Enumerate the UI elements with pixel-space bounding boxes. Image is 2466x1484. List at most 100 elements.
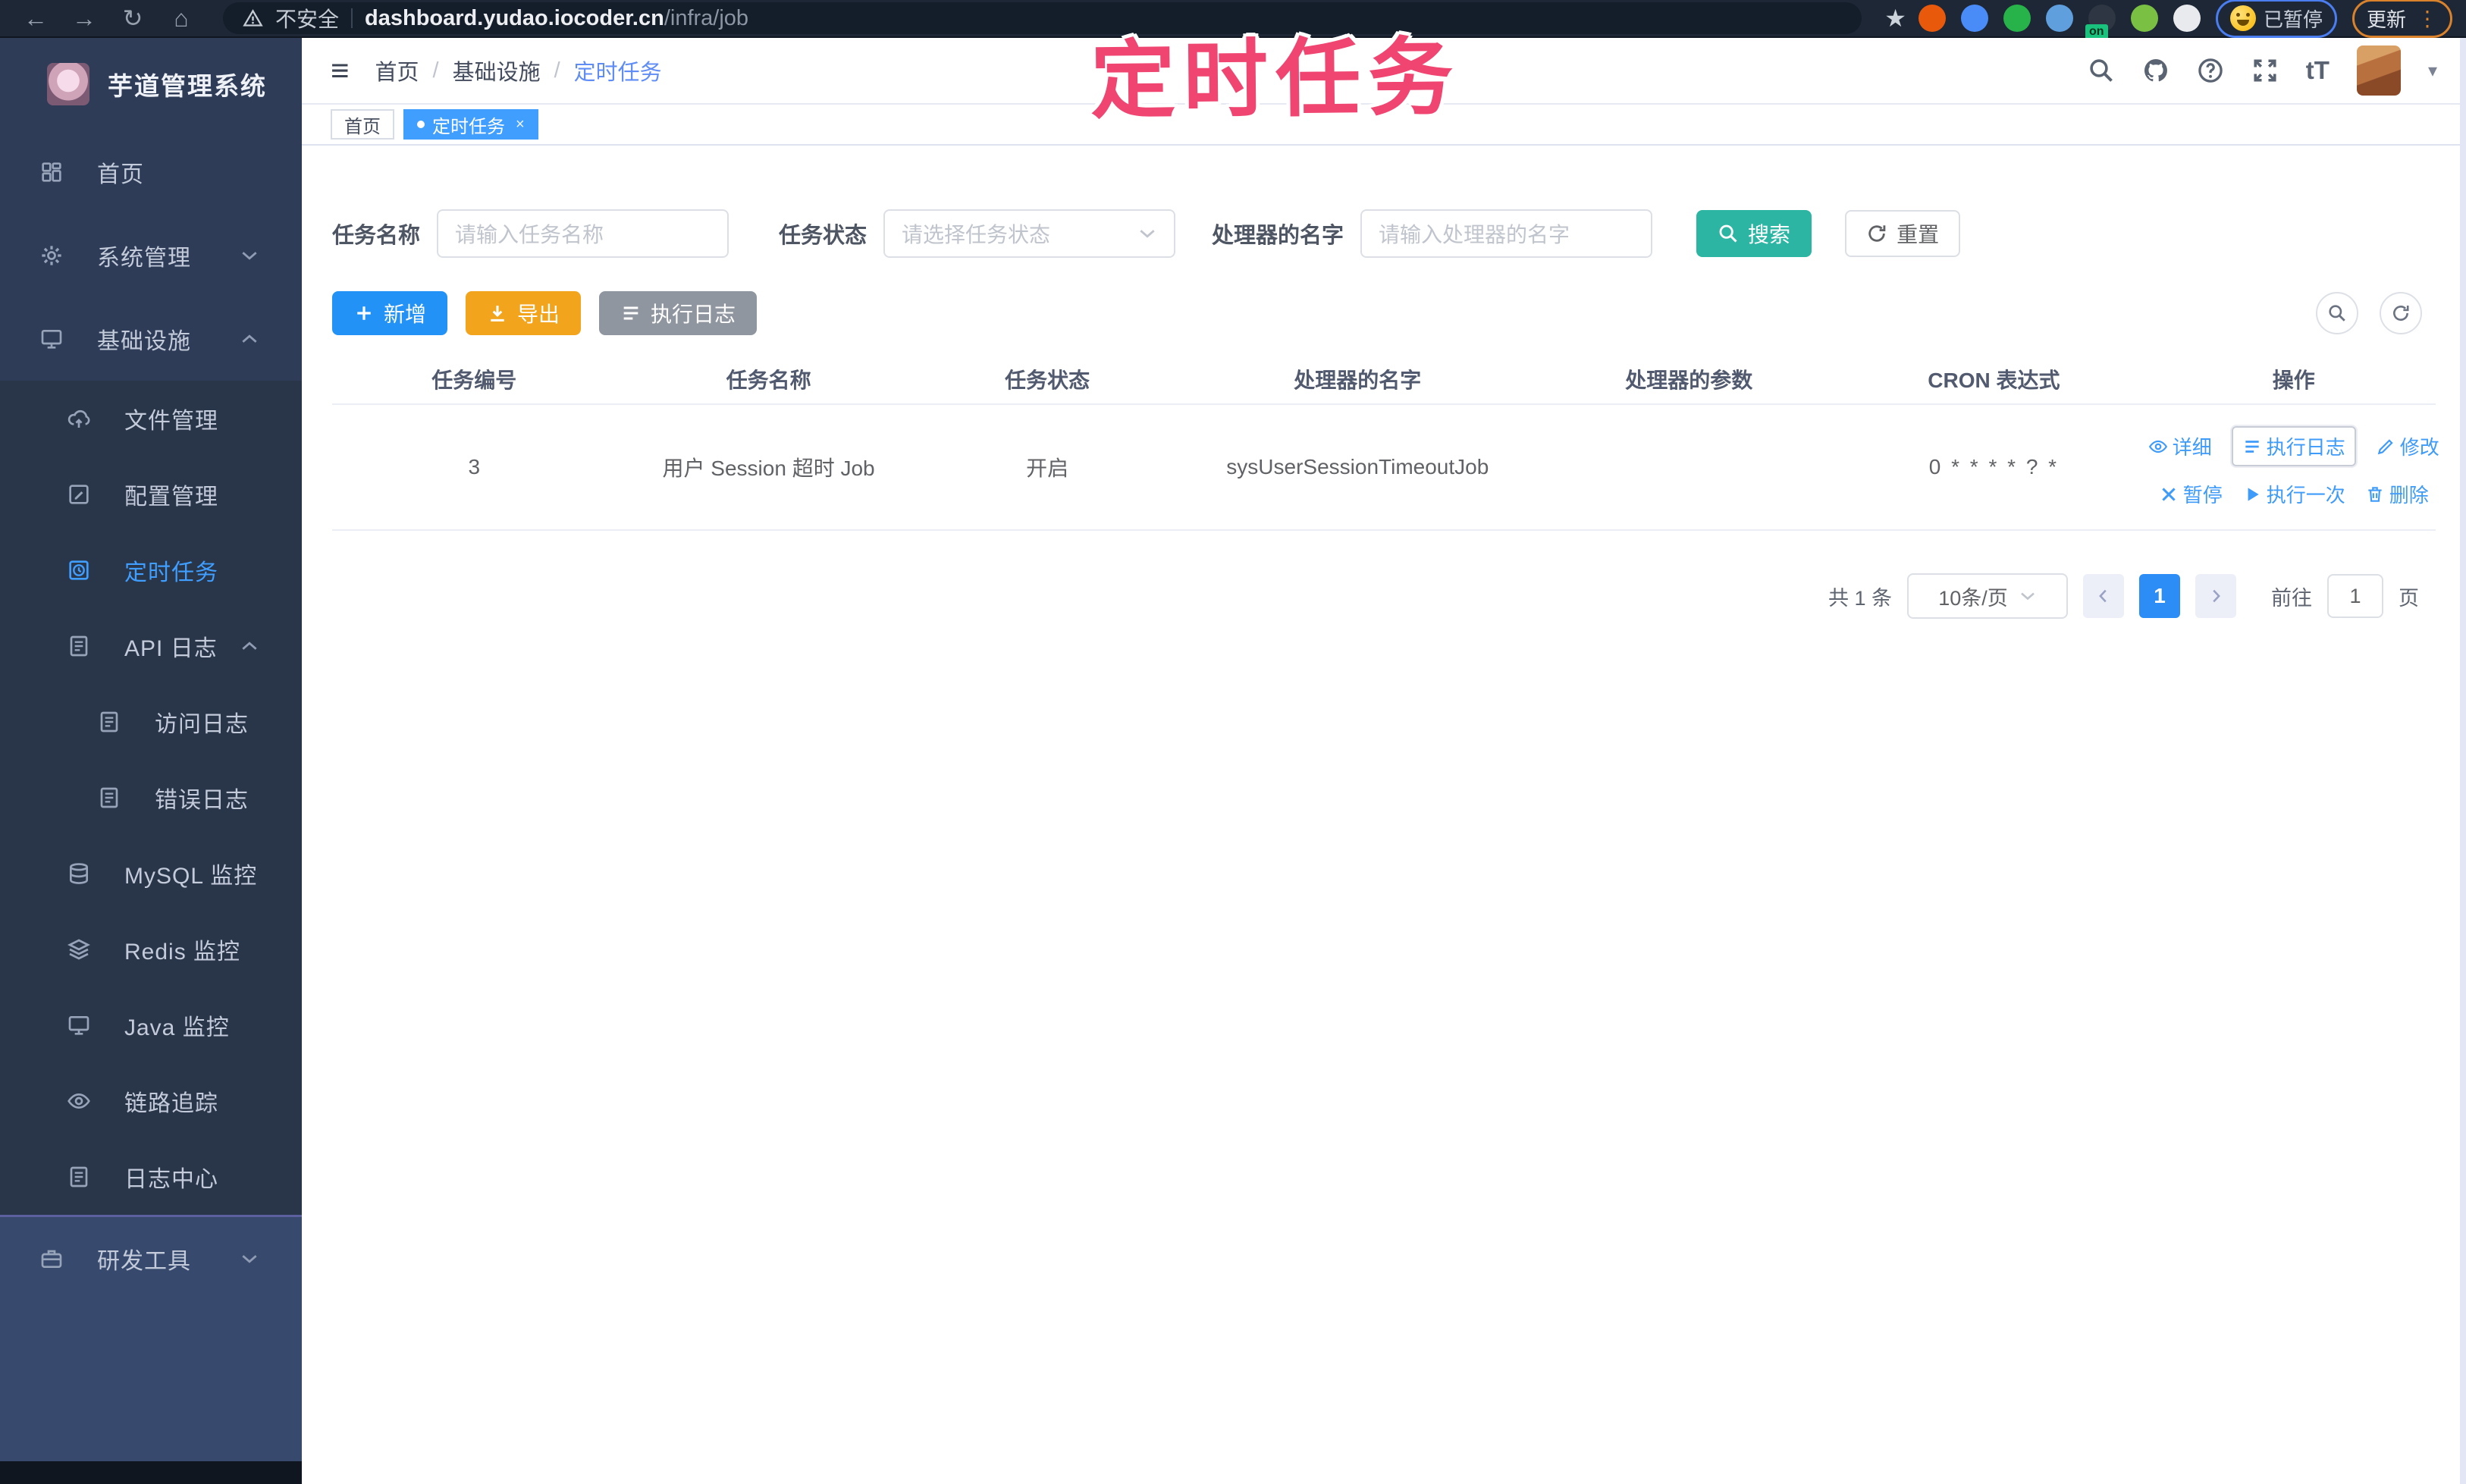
sidebar-item-redis-监控[interactable]: Redis 监控 (0, 911, 302, 987)
browser-menu-icon[interactable]: ⋮ (2417, 6, 2438, 31)
ext-blue-cube-icon[interactable] (2045, 5, 2073, 32)
logo-image (47, 63, 89, 105)
browser-forward-icon[interactable]: → (62, 5, 106, 33)
sidebar-item-label: 错误日志 (155, 788, 249, 813)
sidebar-item-label: 访问日志 (155, 712, 249, 737)
sidebar-item-java-监控[interactable]: Java 监控 (0, 987, 302, 1063)
list-icon (2242, 437, 2262, 456)
sidebar-item-api-日志[interactable]: API 日志 (0, 608, 302, 684)
page-size-select[interactable]: 10条/页 (1907, 573, 2068, 619)
breadcrumb-item[interactable]: 首页 (375, 55, 419, 86)
close-tag-icon[interactable]: × (516, 116, 525, 133)
collapse-menu-icon[interactable]: ≡ (331, 52, 350, 89)
chevron-down-icon (1137, 224, 1157, 243)
sidebar-item-label: API 日志 (124, 636, 218, 661)
sidebar-item-label: 系统管理 (97, 246, 191, 271)
job-status-label: 任务状态 (779, 224, 867, 248)
tag-view-active[interactable]: 定时任务 × (403, 109, 538, 140)
browser-refresh-icon[interactable]: ↻ (111, 4, 155, 33)
breadcrumb: 首页 / 基础设施 / 定时任务 (375, 55, 662, 86)
job-name-cell-text: 用户 Session 超时 Job (662, 456, 875, 480)
browser-back-icon[interactable]: ← (14, 5, 58, 33)
address-bar[interactable]: 不安全 dashboard.yudao.iocoder.cn/infra/job (223, 2, 1862, 34)
database-icon (67, 861, 91, 886)
sidebar-item-label: 配置管理 (124, 485, 218, 510)
job-status-select[interactable]: 请选择任务状态 (883, 209, 1176, 258)
extension-on-badge: on (2085, 24, 2108, 39)
ext-orange-ring-icon[interactable] (1918, 5, 1946, 32)
user-avatar[interactable] (2356, 45, 2401, 96)
doc-icon (97, 710, 121, 734)
action-修改[interactable]: 修改 (2376, 432, 2439, 460)
sidebar-item-研发工具[interactable]: 研发工具 (0, 1217, 302, 1300)
github-icon[interactable] (2142, 57, 2170, 84)
next-page-button[interactable] (2195, 574, 2236, 618)
jobs-table: 任务编号 任务名称 任务状态 处理器的名字 处理器的参数 CRON 表达式 操作 3 用户 Se… (332, 355, 2439, 531)
ext-blue-drop-icon[interactable] (1960, 5, 1988, 32)
help-icon[interactable] (2197, 57, 2224, 84)
sidebar-item-mysql-监控[interactable]: MySQL 监控 (0, 836, 302, 911)
play-icon (2242, 485, 2262, 504)
plus-icon (353, 303, 375, 324)
export-button[interactable]: 导出 (466, 291, 582, 335)
browser-update-button[interactable]: 更新 ⋮ (2351, 0, 2452, 38)
column-header: CRON 表达式 (1928, 369, 2060, 392)
bookmark-star-icon[interactable]: ★ (1884, 4, 1906, 33)
sidebar-item-label: 日志中心 (124, 1167, 218, 1192)
not-secure-warning-icon (243, 8, 263, 29)
toggle-search-button[interactable] (2316, 292, 2358, 334)
sidebar-item-配置管理[interactable]: 配置管理 (0, 456, 302, 532)
app-header: ≡ 首页 / 基础设施 / 定时任务 tT ▾ (302, 38, 2466, 105)
page-number-current[interactable]: 1 (2139, 574, 2180, 618)
cron-cell: 0 * * * * ? * (1836, 447, 2151, 487)
sidebar-item-访问日志[interactable]: 访问日志 (0, 684, 302, 760)
tag-view-item[interactable]: 首页 (331, 109, 394, 140)
profile-paused-pill[interactable]: 已暂停 (2215, 0, 2337, 38)
ext-green-check-icon[interactable] (2003, 5, 2031, 32)
pencil-icon (2376, 437, 2395, 456)
fullscreen-icon[interactable] (2251, 57, 2279, 84)
doc-icon (97, 786, 121, 810)
action-执行日志[interactable]: 执行日志 (2231, 426, 2356, 466)
reset-button[interactable]: 重置 (1845, 210, 1961, 257)
page-scrollbar[interactable] (2460, 38, 2466, 1484)
search-button[interactable]: 搜索 (1696, 210, 1812, 257)
monitor-icon (39, 327, 64, 351)
sidebar-item-label: Java 监控 (124, 1015, 230, 1040)
sidebar-item-错误日志[interactable]: 错误日志 (0, 760, 302, 836)
sidebar-item-链路追踪[interactable]: 链路追踪 (0, 1063, 302, 1139)
prev-page-button[interactable] (2083, 574, 2124, 618)
ext-green-leaf-icon[interactable] (2130, 5, 2158, 32)
handler-name-input[interactable]: 请输入处理器的名字 (1360, 209, 1653, 258)
sidebar-item-日志中心[interactable]: 日志中心 (0, 1139, 302, 1215)
ext-dark-switch-icon[interactable]: on (2085, 5, 2116, 39)
add-button[interactable]: 新增 (332, 291, 448, 335)
sidebar-item-文件管理[interactable]: 文件管理 (0, 381, 302, 456)
sidebar-logo[interactable]: 芋道管理系统 (0, 38, 302, 130)
list-icon (620, 303, 642, 324)
browser-home-icon[interactable]: ⌂ (159, 5, 203, 33)
avatar-caret-icon[interactable]: ▾ (2428, 60, 2437, 82)
column-header: 处理器的名字 (1294, 369, 1422, 392)
action-执行一次[interactable]: 执行一次 (2242, 480, 2345, 508)
job-name-input[interactable]: 请输入任务名称 (437, 209, 729, 258)
job-log-button[interactable]: 执行日志 (599, 291, 758, 335)
refresh-table-button[interactable] (2380, 292, 2422, 334)
action-详细[interactable]: 详细 (2148, 432, 2212, 460)
header-search-icon[interactable] (2088, 57, 2115, 84)
sidebar-item-首页[interactable]: 首页 (0, 130, 302, 214)
sidebar-item-label: 首页 (97, 162, 144, 187)
action-删除[interactable]: 删除 (2365, 480, 2429, 508)
tag-label: 定时任务 (432, 116, 505, 137)
ext-puzzle-icon[interactable] (2173, 5, 2201, 32)
goto-page-input[interactable]: 1 (2327, 574, 2383, 618)
sidebar-item-基础设施[interactable]: 基础设施 (0, 297, 302, 381)
browser-toolbar: ← → ↻ ⌂ 不安全 dashboard.yudao.iocoder.cn/i… (0, 0, 2466, 39)
font-size-icon[interactable]: tT (2306, 56, 2330, 85)
job-id-cell: 3 (332, 447, 616, 487)
breadcrumb-item[interactable]: 基础设施 (453, 55, 541, 86)
sidebar-item-系统管理[interactable]: 系统管理 (0, 214, 302, 297)
active-dot-icon (417, 121, 425, 128)
sidebar-item-定时任务[interactable]: 定时任务 (0, 532, 302, 608)
action-暂停[interactable]: 暂停 (2159, 480, 2223, 508)
